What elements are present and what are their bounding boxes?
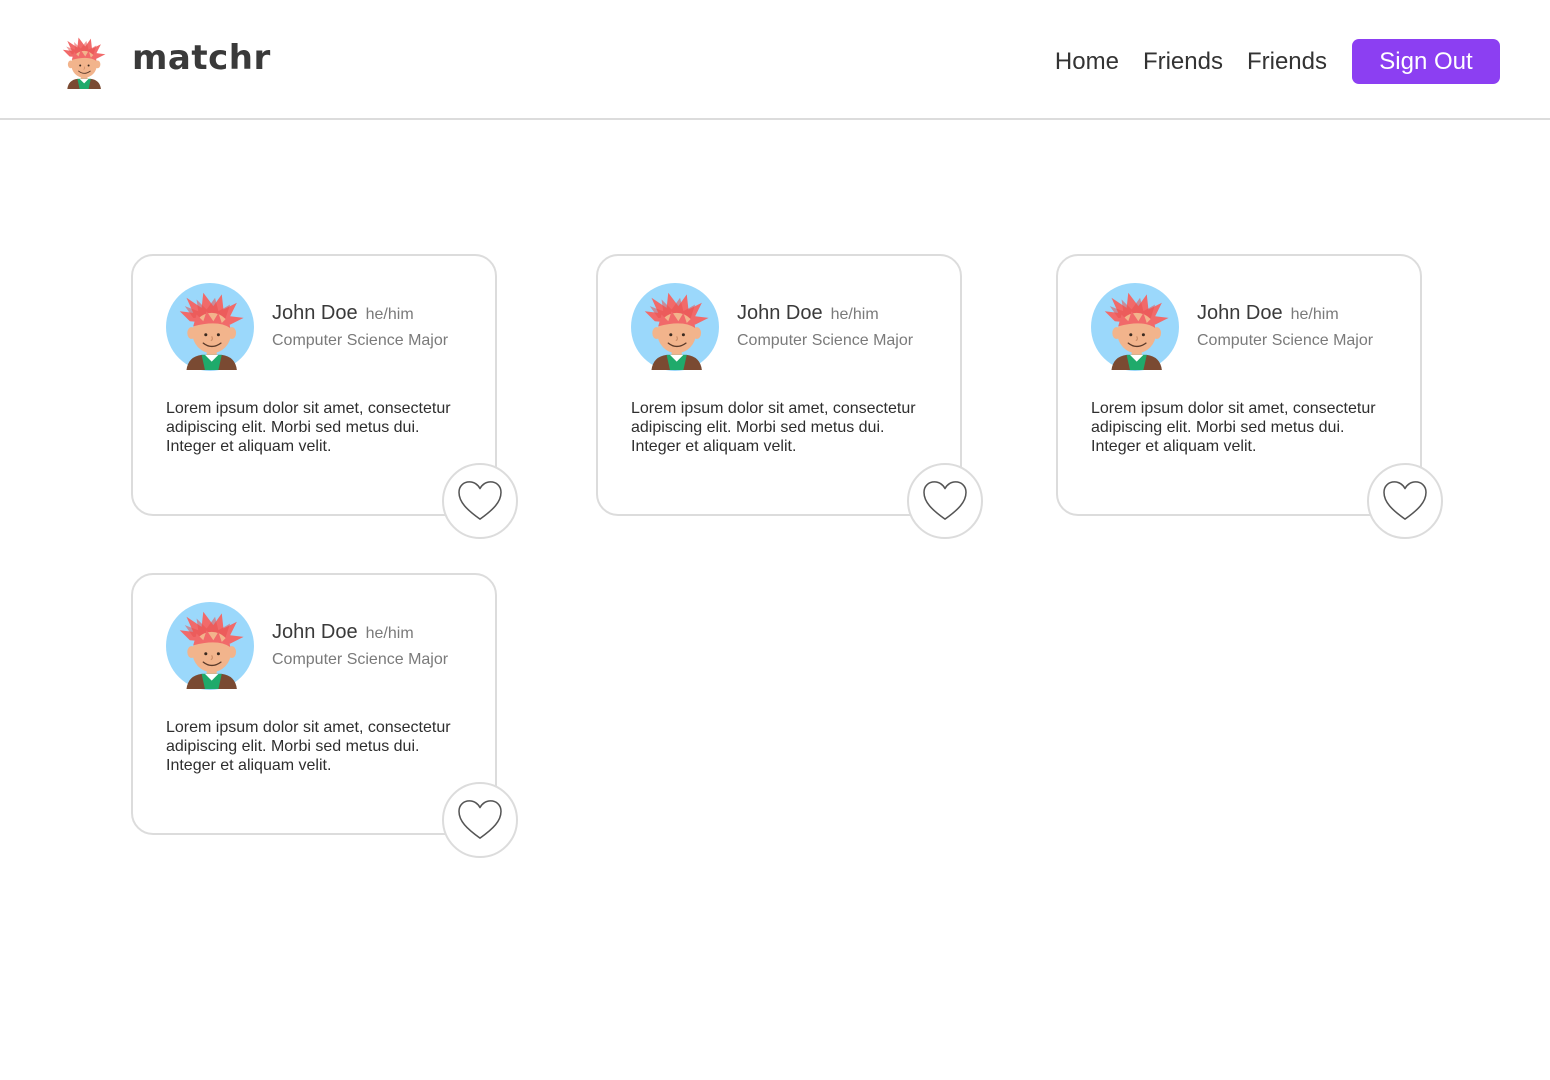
profile-card: John Doe he/him Computer Science Major Lo… — [596, 254, 983, 539]
main-nav: Home Friends Friends Sign Out — [1055, 39, 1500, 84]
like-button[interactable] — [442, 463, 518, 539]
profile-bio: Lorem ipsum dolor sit amet, consectetur … — [166, 719, 451, 774]
nav-friends-link[interactable]: Friends — [1143, 48, 1223, 76]
heart-outline-icon — [922, 480, 968, 522]
profile-name: John Doe — [737, 302, 823, 324]
avatar — [166, 283, 254, 371]
profile-pronouns: he/him — [1290, 306, 1339, 323]
profile-name: John Doe — [272, 302, 358, 324]
profile-card: John Doe he/him Computer Science Major Lo… — [1056, 254, 1443, 539]
profile-major: Computer Science Major — [272, 651, 449, 668]
avatar — [1091, 283, 1179, 371]
heart-outline-icon — [457, 799, 503, 841]
profile-pronouns: he/him — [830, 306, 879, 323]
avatar — [166, 602, 254, 690]
profile-pronouns: he/him — [365, 625, 414, 642]
profile-bio: Lorem ipsum dolor sit amet, consectetur … — [1091, 400, 1376, 455]
profile-name: John Doe — [1197, 302, 1283, 324]
profile-pronouns: he/him — [365, 306, 414, 323]
name-line: John Doe he/him — [737, 302, 879, 325]
name-line: John Doe he/him — [272, 302, 414, 325]
nav-friends-link-2[interactable]: Friends — [1247, 48, 1327, 76]
profile-bio: Lorem ipsum dolor sit amet, consectetur … — [631, 400, 916, 455]
heart-outline-icon — [457, 480, 503, 522]
name-line: John Doe he/him — [1197, 302, 1339, 325]
name-line: John Doe he/him — [272, 621, 414, 644]
heart-outline-icon — [1382, 480, 1428, 522]
like-button[interactable] — [442, 782, 518, 858]
avatar — [631, 283, 719, 371]
sign-out-button[interactable]: Sign Out — [1352, 39, 1500, 84]
profile-bio: Lorem ipsum dolor sit amet, consectetur … — [166, 400, 451, 455]
top-navbar: matchr Home Friends Friends Sign Out — [0, 0, 1550, 120]
profile-major: Computer Science Major — [737, 332, 914, 349]
like-button[interactable] — [1367, 463, 1443, 539]
profile-major: Computer Science Major — [1197, 332, 1374, 349]
like-button[interactable] — [907, 463, 983, 539]
profile-major: Computer Science Major — [272, 332, 449, 349]
brand-name[interactable]: matchr — [132, 38, 271, 78]
nav-home-link[interactable]: Home — [1055, 48, 1119, 76]
profile-name: John Doe — [272, 621, 358, 643]
profile-card: John Doe he/him Computer Science Major Lo… — [131, 254, 518, 539]
logo-icon[interactable] — [55, 30, 111, 92]
profile-card: John Doe he/him Computer Science Major Lo… — [131, 573, 518, 858]
